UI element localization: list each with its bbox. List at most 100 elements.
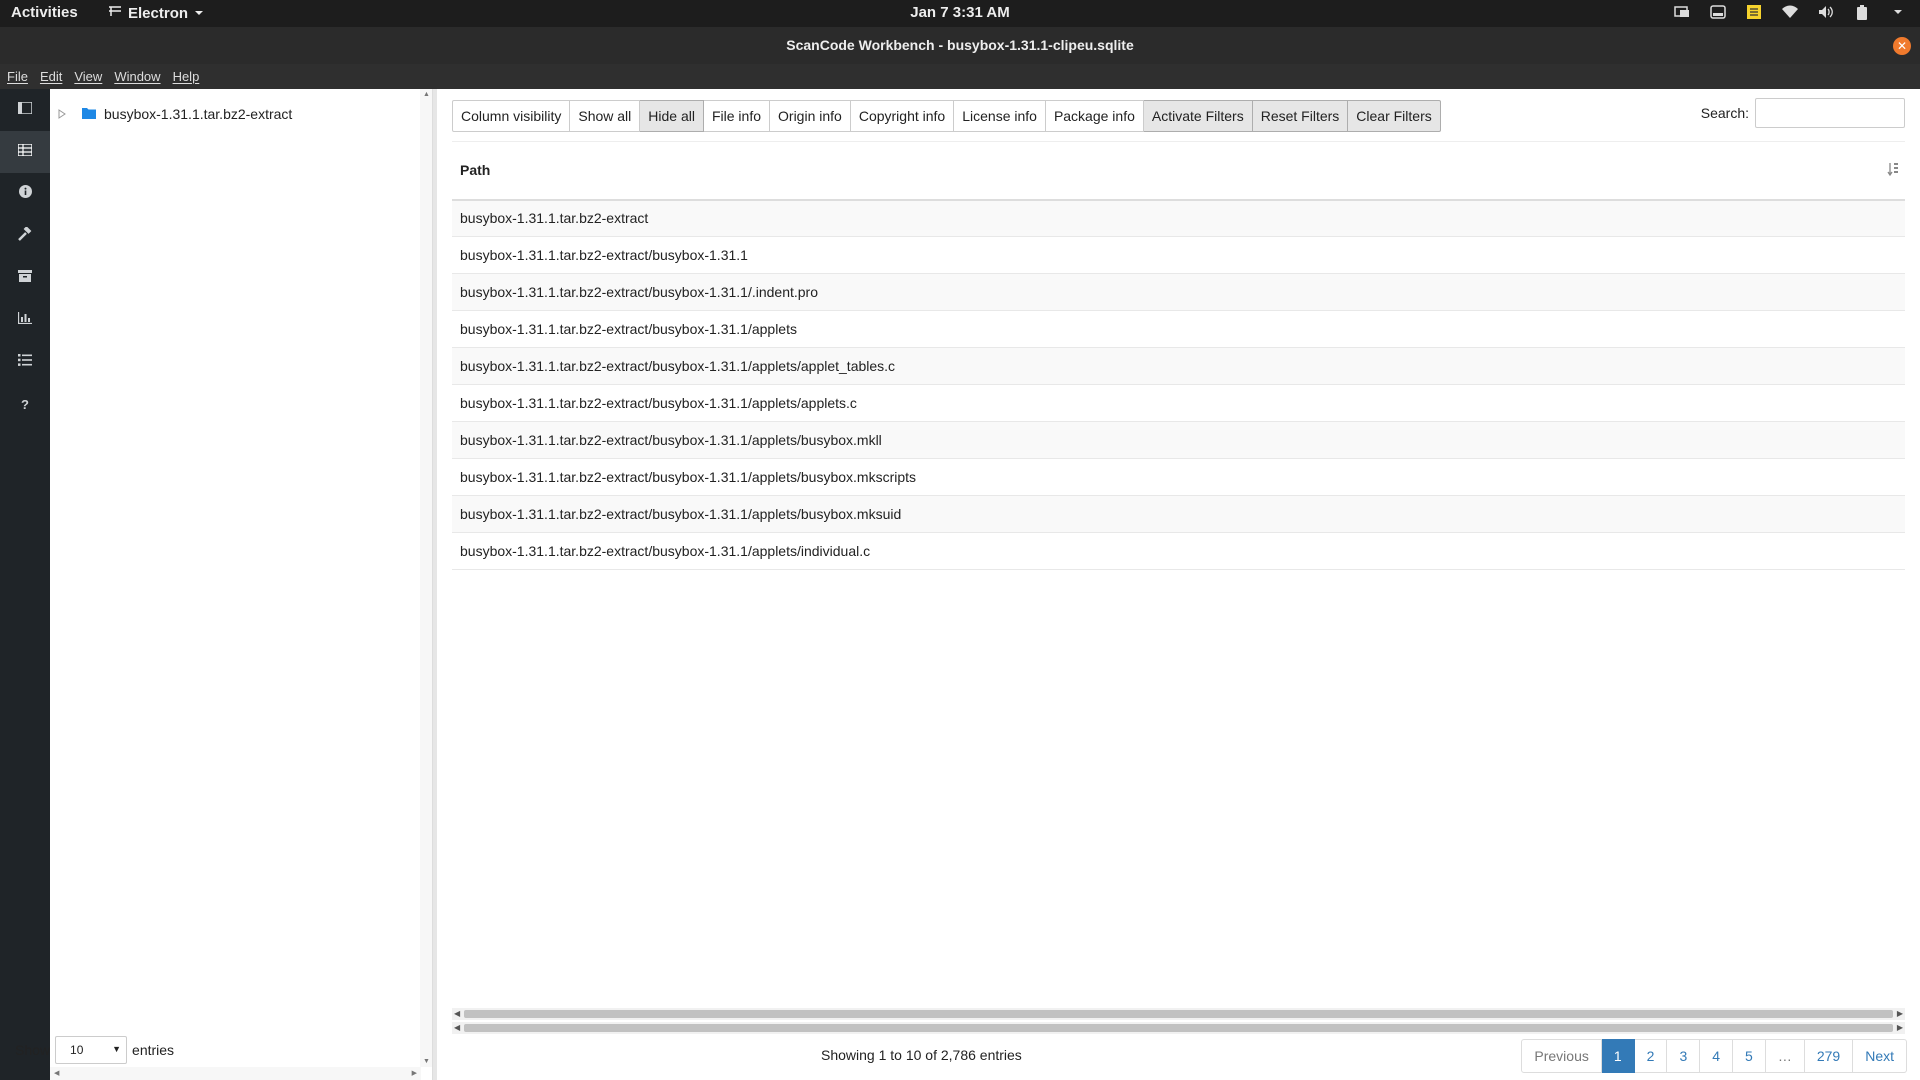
scroll-down-arrow-icon[interactable]: ▼ xyxy=(423,1058,430,1065)
nav-scan-info[interactable] xyxy=(0,173,50,215)
path-cell: busybox-1.31.1.tar.bz2-extract/busybox-1… xyxy=(452,532,1905,570)
menu-window[interactable]: Window xyxy=(114,69,160,84)
path-cell: busybox-1.31.1.tar.bz2-extract xyxy=(452,199,1905,237)
pagination: Previous 1 2 3 4 5 … 279 Next xyxy=(1521,1039,1907,1073)
table-row[interactable]: busybox-1.31.1.tar.bz2-extract/busybox-1… xyxy=(452,384,1905,422)
entries-per-page-select[interactable]: 10 ▼ xyxy=(55,1036,128,1064)
origin-info-button[interactable]: Origin info xyxy=(770,100,851,132)
column-visibility-button[interactable]: Column visibility xyxy=(452,100,571,132)
window-close-button[interactable]: ✕ xyxy=(1893,37,1911,55)
notes-icon[interactable] xyxy=(1746,4,1762,20)
path-cell: busybox-1.31.1.tar.bz2-extract/busybox-1… xyxy=(452,273,1905,311)
table-row[interactable]: busybox-1.31.1.tar.bz2-extract/busybox-1… xyxy=(452,495,1905,533)
directory-tree-icon xyxy=(17,101,33,119)
pagination-page-2[interactable]: 2 xyxy=(1634,1039,1668,1073)
reset-filters-button[interactable]: Reset Filters xyxy=(1252,100,1349,132)
menu-file[interactable]: File xyxy=(7,69,28,84)
table-row[interactable]: busybox-1.31.1.tar.bz2-extract/busybox-1… xyxy=(452,421,1905,459)
pagination-page-5[interactable]: 5 xyxy=(1733,1039,1766,1073)
table-horizontal-scrollbar[interactable]: ◀ ▶ xyxy=(452,1008,1905,1020)
path-cell: busybox-1.31.1.tar.bz2-extract/busybox-1… xyxy=(452,347,1905,385)
pagination-page-4[interactable]: 4 xyxy=(1700,1039,1734,1073)
nav-table-view[interactable] xyxy=(0,131,50,173)
clear-filters-button[interactable]: Clear Filters xyxy=(1348,100,1441,132)
scroll-right-arrow-icon[interactable]: ▶ xyxy=(412,1069,417,1077)
path-cell: busybox-1.31.1.tar.bz2-extract/busybox-1… xyxy=(452,384,1905,422)
column-header-label: Path xyxy=(460,162,491,179)
hide-all-button[interactable]: Hide all xyxy=(640,100,704,132)
scroll-right-arrow-icon[interactable]: ▶ xyxy=(1897,1022,1903,1034)
table-row[interactable]: busybox-1.31.1.tar.bz2-extract xyxy=(452,199,1905,237)
show-label: Show xyxy=(15,1042,51,1058)
pagination-previous[interactable]: Previous xyxy=(1521,1039,1602,1073)
table-horizontal-scrollbar-secondary[interactable]: ◀ ▶ xyxy=(452,1022,1905,1034)
scroll-left-arrow-icon[interactable]: ◀ xyxy=(454,1022,460,1034)
main-content: Column visibility Show all Hide all File… xyxy=(15,89,1920,1080)
nav-list[interactable] xyxy=(0,341,50,383)
nav-help[interactable]: ? xyxy=(0,383,50,425)
table-view-icon xyxy=(17,143,33,161)
folder-icon xyxy=(82,106,96,122)
table-row[interactable]: busybox-1.31.1.tar.bz2-extract/busybox-1… xyxy=(452,532,1905,570)
directory-tree-panel: busybox-1.31.1.tar.bz2-extract ▲ ▼ ◀ ▶ xyxy=(50,89,433,1080)
results-table: Path busybox-1.31.1.tar.bz2-extract busy… xyxy=(452,141,1905,570)
license-info-button[interactable]: License info xyxy=(954,100,1046,132)
pagination-next[interactable]: Next xyxy=(1853,1039,1907,1073)
info-icon xyxy=(18,185,32,203)
table-row[interactable]: busybox-1.31.1.tar.bz2-extract/busybox-1… xyxy=(452,347,1905,385)
expand-arrow-icon[interactable] xyxy=(58,106,66,122)
system-tray[interactable] xyxy=(1674,4,1906,20)
wifi-icon[interactable] xyxy=(1782,4,1798,20)
table-row[interactable]: busybox-1.31.1.tar.bz2-extract/busybox-1… xyxy=(452,458,1905,496)
system-top-bar: Activities Electron Jan 7 3:31 AM xyxy=(0,0,1920,27)
scroll-left-arrow-icon[interactable]: ◀ xyxy=(54,1069,59,1077)
pagination-page-3[interactable]: 3 xyxy=(1667,1039,1701,1073)
package-info-button[interactable]: Package info xyxy=(1045,100,1144,132)
screen-icon[interactable] xyxy=(1674,4,1690,20)
path-cell: busybox-1.31.1.tar.bz2-extract/busybox-1… xyxy=(452,458,1905,496)
search-input[interactable] xyxy=(1755,98,1905,128)
menu-bar: File Edit View Window Help xyxy=(0,64,1920,89)
pagination-ellipsis: … xyxy=(1765,1039,1805,1073)
menu-help[interactable]: Help xyxy=(173,69,200,84)
table-row[interactable]: busybox-1.31.1.tar.bz2-extract/busybox-1… xyxy=(452,273,1905,311)
path-cell: busybox-1.31.1.tar.bz2-extract/busybox-1… xyxy=(452,421,1905,459)
tree-node-root[interactable]: busybox-1.31.1.tar.bz2-extract xyxy=(58,106,292,122)
scroll-up-arrow-icon[interactable]: ▲ xyxy=(423,91,430,98)
pagination-page-279[interactable]: 279 xyxy=(1804,1039,1854,1073)
column-header-path[interactable]: Path xyxy=(452,141,1905,201)
tree-node-label: busybox-1.31.1.tar.bz2-extract xyxy=(104,106,293,122)
clock[interactable]: Jan 7 3:31 AM xyxy=(0,4,1920,21)
table-row[interactable]: busybox-1.31.1.tar.bz2-extract/busybox-1… xyxy=(452,310,1905,348)
file-info-button[interactable]: File info xyxy=(703,100,771,132)
system-menu-icon[interactable] xyxy=(1890,4,1906,20)
menu-view[interactable]: View xyxy=(74,69,102,84)
scrollbar-thumb[interactable] xyxy=(464,1024,1893,1032)
show-all-button[interactable]: Show all xyxy=(570,100,641,132)
nav-directory-tree[interactable] xyxy=(0,89,50,131)
tools-icon xyxy=(18,225,32,246)
nav-charts[interactable] xyxy=(0,299,50,341)
battery-icon[interactable] xyxy=(1854,4,1870,20)
sort-icon[interactable] xyxy=(1887,162,1899,179)
tree-vertical-scrollbar[interactable]: ▲ ▼ xyxy=(420,89,432,1067)
chart-icon xyxy=(17,311,32,329)
list-icon xyxy=(18,353,32,371)
scrollbar-thumb[interactable] xyxy=(464,1010,1893,1018)
activate-filters-button[interactable]: Activate Filters xyxy=(1143,100,1253,132)
table-row[interactable]: busybox-1.31.1.tar.bz2-extract/busybox-1… xyxy=(452,236,1905,274)
table-toolbar: Column visibility Show all Hide all File… xyxy=(452,100,1441,132)
search-label: Search: xyxy=(1700,105,1749,121)
nav-tools[interactable] xyxy=(0,215,50,257)
volume-icon[interactable] xyxy=(1818,4,1834,20)
storage-icon[interactable] xyxy=(1710,4,1726,20)
table-info: Showing 1 to 10 of 2,786 entries xyxy=(821,1047,1022,1063)
menu-edit[interactable]: Edit xyxy=(40,69,62,84)
tree-horizontal-scrollbar[interactable]: ◀ ▶ xyxy=(50,1067,421,1080)
scroll-left-arrow-icon[interactable]: ◀ xyxy=(454,1008,460,1020)
nav-packages[interactable] xyxy=(0,257,50,299)
copyright-info-button[interactable]: Copyright info xyxy=(850,100,955,132)
pagination-page-1[interactable]: 1 xyxy=(1601,1039,1635,1073)
window-title-bar: ScanCode Workbench - busybox-1.31.1-clip… xyxy=(0,27,1920,64)
scroll-right-arrow-icon[interactable]: ▶ xyxy=(1897,1008,1903,1020)
